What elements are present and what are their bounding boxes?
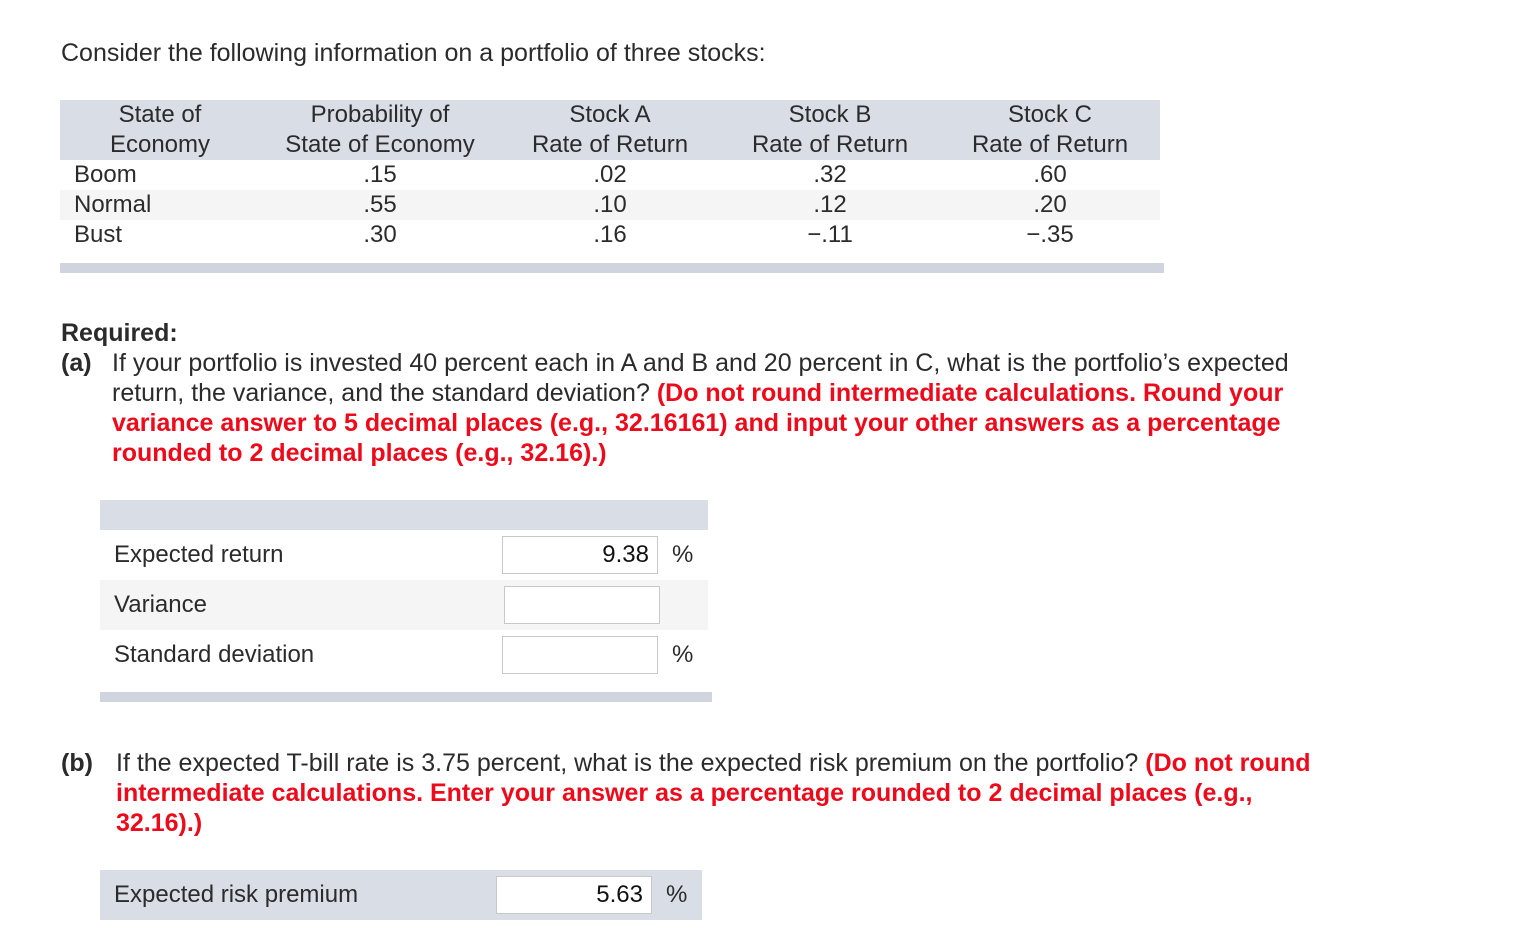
table-footer-bar (60, 263, 1164, 273)
panel-header (100, 500, 708, 530)
header-line: Rate of Return (971, 131, 1129, 158)
part-a-label: (a) (61, 349, 92, 377)
cell-state: Bust (74, 221, 123, 248)
cell-stock-a: .10 (593, 191, 627, 218)
intro-text: Consider the following information on a … (61, 39, 766, 67)
part-b-text: If the expected T-bill rate is 3.75 perc… (116, 749, 1139, 777)
cell-stock-c: −.35 (1026, 221, 1074, 248)
cell-state: Boom (74, 161, 137, 188)
variance-label: Variance (114, 591, 207, 618)
cell-stock-a: .16 (593, 221, 627, 248)
header-line: Economy (109, 131, 211, 158)
expected-return-label: Expected return (114, 541, 284, 568)
expected-risk-premium-label: Expected risk premium (114, 881, 359, 908)
cell-state: Normal (74, 191, 152, 218)
header-line: Stock C (1007, 101, 1093, 128)
table-row: Normal .55 .10 .12 .20 (60, 190, 1160, 220)
cell-stock-b: .12 (813, 191, 847, 218)
cell-stock-b: .32 (813, 161, 847, 188)
answer-panel-b: Expected risk premium % (100, 870, 702, 920)
answer-row-expected-return: Expected return % (100, 530, 708, 580)
panel-a-footer-bar (100, 692, 712, 702)
percent-unit: % (666, 881, 688, 908)
header-stock-a: Stock A Rate of Return (510, 100, 710, 160)
cell-probability: .55 (363, 191, 397, 218)
returns-table: State of Economy Probability of State of… (60, 100, 1160, 250)
required-heading: Required: (61, 319, 178, 347)
part-b-question: If the expected T-bill rate is 3.75 perc… (116, 748, 1316, 838)
table-header: State of Economy Probability of State of… (60, 100, 1160, 160)
header-state: State of Economy (60, 100, 260, 160)
part-b-label: (b) (61, 749, 93, 777)
header-line: State of Economy (285, 131, 475, 158)
expected-return-input[interactable] (502, 536, 658, 574)
variance-input[interactable] (504, 586, 660, 624)
expected-risk-premium-input[interactable] (496, 876, 652, 914)
header-line: Stock A (569, 101, 651, 128)
header-line: Probability of (310, 101, 450, 128)
table-row: Boom .15 .02 .32 .60 (60, 160, 1160, 190)
header-line: State of (118, 101, 202, 128)
standard-deviation-input[interactable] (502, 636, 658, 674)
answer-panel-a: Expected return % Variance Standard devi… (100, 500, 708, 680)
header-line: Rate of Return (751, 131, 909, 158)
cell-probability: .15 (363, 161, 397, 188)
header-line: Rate of Return (531, 131, 689, 158)
table-row: Bust .30 .16 −.11 −.35 (60, 220, 1160, 250)
answer-row-variance: Variance (100, 580, 708, 630)
answer-row-standard-deviation: Standard deviation % (100, 630, 708, 680)
header-line: Stock B (788, 101, 872, 128)
part-a-question: If your portfolio is invested 40 percent… (112, 348, 1312, 468)
cell-stock-a: .02 (593, 161, 627, 188)
cell-probability: .30 (363, 221, 397, 248)
header-probability: Probability of State of Economy (270, 100, 490, 160)
standard-deviation-label: Standard deviation (114, 641, 315, 668)
header-stock-b: Stock B Rate of Return (730, 100, 930, 160)
cell-stock-c: .20 (1033, 191, 1067, 218)
cell-stock-c: .60 (1033, 161, 1067, 188)
header-stock-c: Stock C Rate of Return (950, 100, 1150, 160)
percent-unit: % (672, 641, 694, 668)
percent-unit: % (672, 541, 694, 568)
cell-stock-b: −.11 (807, 221, 853, 248)
